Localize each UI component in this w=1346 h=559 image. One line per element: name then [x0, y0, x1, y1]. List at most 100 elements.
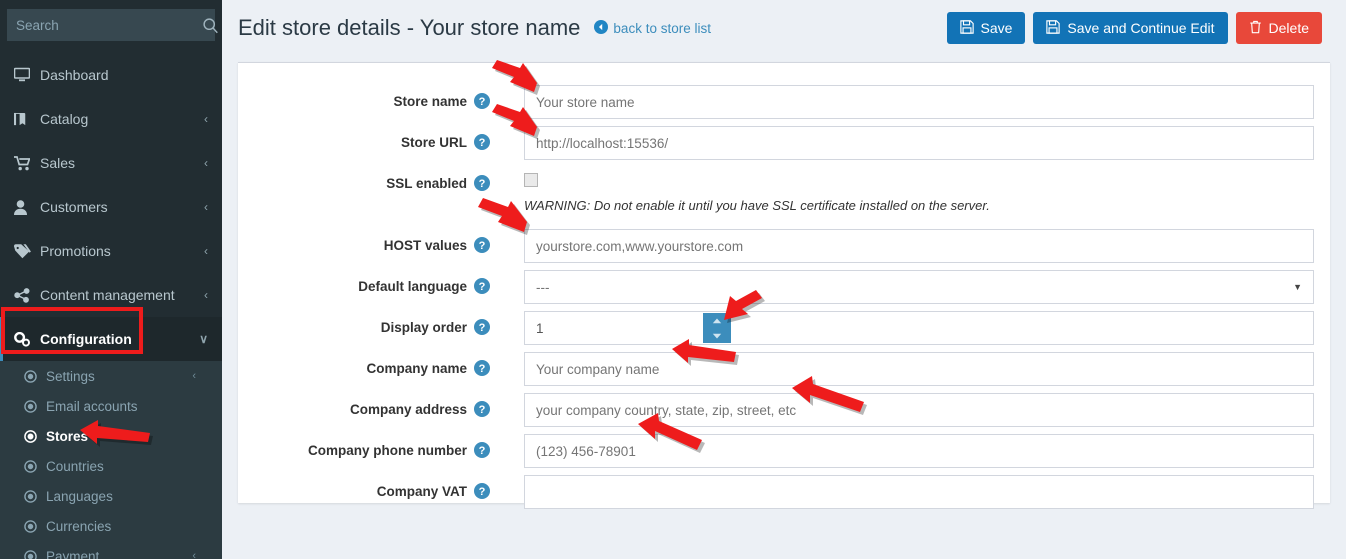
sidebar-item-payment[interactable]: Payment ‹: [0, 541, 222, 559]
form-row-ssl-enabled: SSL enabled ?: [238, 167, 1330, 191]
field-label: Store name: [393, 93, 467, 109]
field-label: Display order: [380, 319, 467, 335]
question-circle-icon[interactable]: ?: [474, 360, 490, 376]
question-circle-icon[interactable]: ?: [474, 483, 490, 499]
circle-dot-icon: [24, 399, 46, 413]
sidebar-item-settings[interactable]: Settings ‹: [0, 361, 222, 391]
spinner-up-button[interactable]: [703, 313, 731, 328]
sidebar-item-catalog[interactable]: Catalog ‹: [0, 97, 222, 141]
sidebar-item-customers[interactable]: Customers ‹: [0, 185, 222, 229]
host-values-input[interactable]: [524, 229, 1314, 263]
sidebar-item-label: Customers: [40, 199, 108, 215]
chevron-left-icon: ‹: [192, 550, 196, 559]
sidebar-nav: Dashboard Catalog ‹ Sales ‹ Customers ‹ …: [0, 53, 222, 559]
sidebar-item-label: Languages: [46, 488, 113, 504]
sidebar-item-configuration[interactable]: Configuration ∨: [0, 317, 222, 361]
floppy-disk-icon: [1046, 19, 1061, 37]
question-circle-icon[interactable]: ?: [474, 134, 490, 150]
question-circle-icon[interactable]: ?: [474, 401, 490, 417]
company-name-input[interactable]: [524, 352, 1314, 386]
sidebar-item-currencies[interactable]: Currencies: [0, 511, 222, 541]
sidebar-item-label: Dashboard: [40, 67, 109, 83]
svg-text:?: ?: [479, 404, 486, 416]
form-row-store-name: Store name ?: [238, 85, 1330, 119]
question-circle-icon[interactable]: ?: [474, 237, 490, 253]
field-input-wrap: [490, 229, 1330, 263]
sidebar-item-label: Configuration: [40, 331, 132, 347]
back-to-store-list-link[interactable]: back to store list: [594, 19, 711, 37]
field-input-wrap: [490, 85, 1330, 119]
field-label-wrap: Company address ?: [238, 393, 490, 417]
sidebar-item-stores[interactable]: Stores: [0, 421, 222, 451]
store-name-input[interactable]: [524, 85, 1314, 119]
question-circle-icon[interactable]: ?: [474, 442, 490, 458]
page-title: Edit store details - Your store name: [238, 15, 581, 40]
user-icon: [14, 199, 40, 215]
chevron-down-icon: ▼: [1293, 282, 1302, 292]
field-input-wrap: WARNING: Do not enable it until you have…: [490, 198, 1330, 215]
sidebar-item-languages[interactable]: Languages: [0, 481, 222, 511]
sidebar-item-label: Payment: [46, 548, 100, 559]
ssl-warning-text: WARNING: Do not enable it until you have…: [524, 198, 990, 213]
display-order-input[interactable]: [524, 311, 1314, 345]
svg-text:?: ?: [479, 240, 486, 252]
field-label: Company phone number: [307, 442, 467, 458]
question-circle-icon[interactable]: ?: [474, 319, 490, 335]
save-button[interactable]: Save: [946, 12, 1026, 44]
company-address-input[interactable]: [524, 393, 1314, 427]
spinner-down-button[interactable]: [703, 328, 731, 343]
form-row-company-name: Company name ?: [238, 352, 1330, 386]
save-button-label: Save: [980, 20, 1013, 36]
circle-dot-icon: [24, 489, 46, 503]
sidebar-item-label: Content management: [40, 287, 175, 303]
field-input-wrap: [490, 352, 1330, 386]
default-language-select[interactable]: --- ▼: [524, 270, 1314, 304]
question-circle-icon[interactable]: ?: [474, 93, 490, 109]
ssl-enabled-checkbox[interactable]: [524, 173, 538, 187]
book-icon: [14, 112, 40, 127]
search-icon[interactable]: [202, 17, 222, 34]
sidebar: Dashboard Catalog ‹: [0, 0, 222, 559]
save-and-continue-edit-button[interactable]: Save and Continue Edit: [1033, 12, 1228, 44]
share-nodes-icon: [14, 287, 40, 303]
chevron-left-icon: ‹: [204, 288, 208, 302]
field-label-wrap: SSL enabled ?: [238, 167, 490, 191]
search-box[interactable]: [7, 9, 218, 41]
sidebar-item-dashboard[interactable]: Dashboard: [0, 53, 222, 97]
save-and-continue-edit-button-label: Save and Continue Edit: [1067, 20, 1215, 36]
sidebar-item-email-accounts[interactable]: Email accounts: [0, 391, 222, 421]
back-link-label: back to store list: [613, 20, 711, 36]
chevron-down-icon: ∨: [199, 332, 208, 346]
question-circle-icon[interactable]: ?: [474, 175, 490, 191]
field-input-wrap: [490, 311, 1330, 345]
form-row-ssl-warning: WARNING: Do not enable it until you have…: [238, 198, 1330, 222]
gears-icon: [14, 331, 40, 347]
company-phone-number-input[interactable]: [524, 434, 1314, 468]
trash-icon: [1249, 20, 1262, 37]
svg-text:?: ?: [479, 322, 486, 334]
sidebar-item-promotions[interactable]: Promotions ‹: [0, 229, 222, 273]
company-vat-input[interactable]: [524, 475, 1314, 509]
form-row-company-phone-number: Company phone number ?: [238, 434, 1330, 468]
shopping-cart-icon: [14, 155, 40, 171]
svg-text:?: ?: [479, 96, 486, 108]
svg-text:?: ?: [479, 137, 486, 149]
delete-button[interactable]: Delete: [1235, 12, 1322, 44]
sidebar-item-label: Countries: [46, 458, 104, 474]
field-label: Default language: [358, 278, 467, 294]
display-order-spinner: [524, 311, 1314, 345]
field-label-wrap: HOST values ?: [238, 229, 490, 253]
search-input[interactable]: [7, 17, 202, 33]
tag-icon: [14, 243, 40, 259]
sidebar-item-countries[interactable]: Countries: [0, 451, 222, 481]
field-label: Company name: [366, 360, 467, 376]
field-label-spacer: [238, 198, 490, 222]
store-details-form: Store name ? Store URL ?: [238, 63, 1330, 509]
field-label-wrap: Default language ?: [238, 270, 490, 294]
circle-dot-icon: [24, 549, 46, 559]
question-circle-icon[interactable]: ?: [474, 278, 490, 294]
store-url-input[interactable]: [524, 126, 1314, 160]
main-content: Edit store details - Your store name bac…: [222, 0, 1346, 559]
sidebar-item-content-management[interactable]: Content management ‹: [0, 273, 222, 317]
sidebar-item-sales[interactable]: Sales ‹: [0, 141, 222, 185]
